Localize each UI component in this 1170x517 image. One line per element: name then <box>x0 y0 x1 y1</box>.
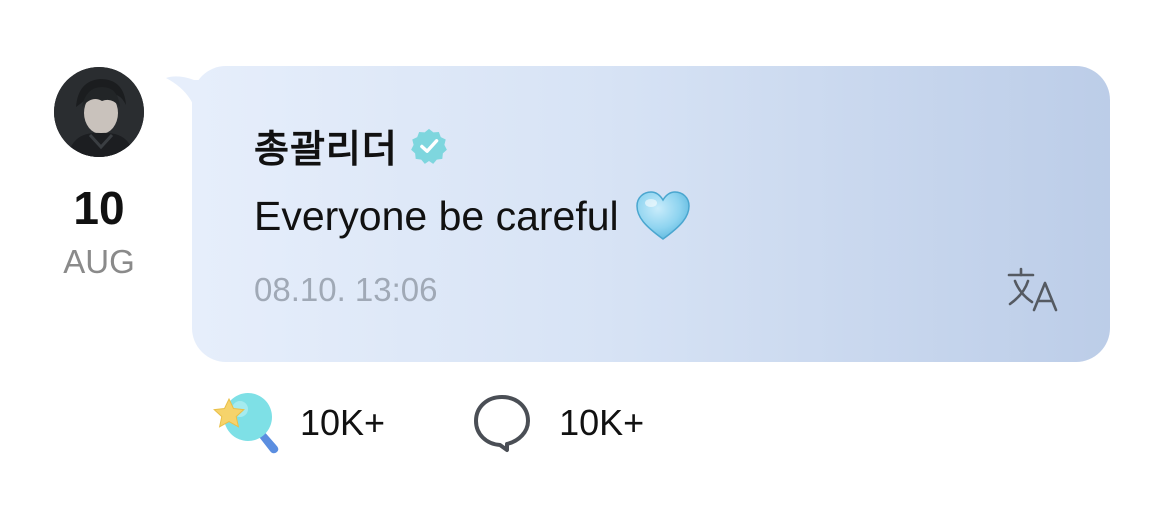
comment-icon <box>474 395 531 452</box>
avatar[interactable] <box>54 67 144 157</box>
avatar-photo-icon <box>54 67 144 157</box>
likes-count: 10K+ <box>300 402 386 443</box>
translate-icon[interactable] <box>1004 264 1064 316</box>
message-bubble[interactable]: 총괄리더 Everyone be careful 08.10. 13:06 <box>192 66 1110 362</box>
message-text: Everyone be careful <box>254 192 619 239</box>
message-row: Everyone be careful <box>254 190 691 242</box>
verified-badge-icon <box>410 128 447 164</box>
date-month: AUG <box>63 243 135 280</box>
author-name[interactable]: 총괄리더 <box>254 118 398 173</box>
lightstick-icon <box>213 393 279 454</box>
date-day: 10 <box>73 182 125 234</box>
comments-count: 10K+ <box>559 402 645 443</box>
likes-button[interactable]: 10K+ <box>204 389 385 457</box>
author-row: 총괄리더 <box>254 118 448 173</box>
comments-button[interactable]: 10K+ <box>471 392 644 454</box>
post-timestamp: 08.10. 13:06 <box>254 271 438 308</box>
reactions-bar: 10K+ 10K+ <box>204 388 644 458</box>
heart-icon <box>635 191 690 240</box>
